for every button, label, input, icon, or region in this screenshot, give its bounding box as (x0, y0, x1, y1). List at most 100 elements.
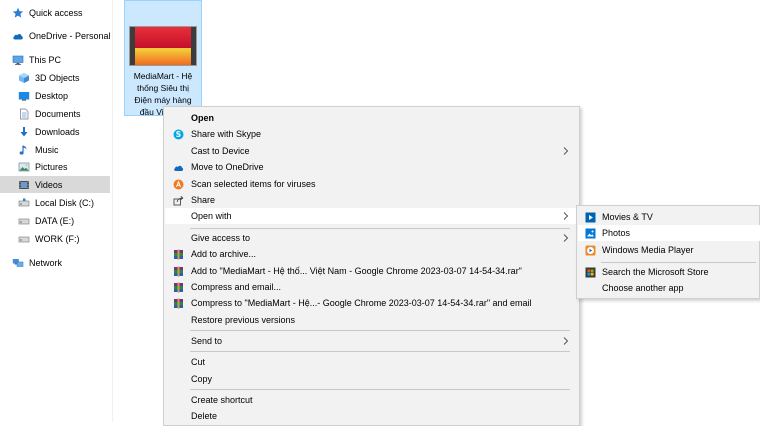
nav-item-data-e[interactable]: DATA (E:) (0, 212, 110, 229)
nav-item-label: Quick access (29, 7, 83, 18)
menu-item-label: Copy (191, 374, 213, 384)
document-icon (18, 108, 30, 120)
menu-item-compress-and-email[interactable]: Compress and email... (165, 279, 578, 295)
cube-icon (18, 72, 30, 84)
menu-separator (190, 351, 570, 352)
menu-item-label: Cut (191, 357, 206, 367)
nav-item-onedrive[interactable]: OneDrive - Personal (0, 27, 111, 44)
menu-item-restore-previous-versions[interactable]: Restore previous versions (165, 312, 578, 328)
context-menu: Open S Share with Skype Cast to Device M… (163, 106, 580, 426)
drive-icon (18, 233, 30, 245)
share-icon (173, 195, 184, 206)
computer-icon (12, 54, 24, 66)
nav-item-label: WORK (F:) (35, 233, 80, 244)
menu-item-scan-viruses[interactable]: Scan selected items for viruses (165, 176, 578, 192)
star-icon (12, 7, 24, 19)
chevron-right-icon (563, 337, 569, 345)
menu-item-copy[interactable]: Copy (165, 371, 578, 387)
menu-item-label: Share with Skype (191, 129, 262, 139)
menu-item-share[interactable]: Share (165, 192, 578, 208)
menu-separator (190, 228, 570, 229)
nav-item-label: OneDrive - Personal (29, 30, 111, 41)
nav-item-videos[interactable]: Videos (0, 176, 110, 193)
antivirus-icon (173, 179, 184, 190)
file-item-selected[interactable]: MediaMart - Hệ thống Siêu thị Điện máy h… (124, 0, 202, 116)
desktop-icon (18, 90, 30, 102)
pictures-icon (18, 161, 30, 173)
nav-item-quick-access[interactable]: Quick access (0, 4, 110, 21)
submenu-item-movies-tv[interactable]: Movies & TV (578, 209, 760, 225)
nav-item-desktop[interactable]: Desktop (0, 87, 110, 104)
onedrive-icon (173, 162, 184, 173)
nav-item-label: Documents (35, 108, 81, 119)
nav-item-label: Local Disk (C:) (35, 197, 95, 208)
menu-item-cast-to-device[interactable]: Cast to Device (165, 143, 578, 159)
menu-item-compress-to-rar-and-email[interactable]: Compress to "MediaMart - Hệ...- Google C… (165, 295, 578, 311)
nav-item-label: Desktop (35, 90, 69, 101)
menu-item-add-to-archive[interactable]: Add to archive... (165, 246, 578, 262)
submenu-item-label: Windows Media Player (602, 245, 694, 255)
drive-icon (18, 197, 30, 209)
submenu-item-choose-another-app[interactable]: Choose another app (578, 280, 760, 296)
menu-item-label: Scan selected items for viruses (191, 179, 316, 189)
menu-item-send-to[interactable]: Send to (165, 333, 578, 349)
nav-item-label: Videos (35, 179, 63, 190)
menu-item-label: Add to archive... (191, 249, 257, 259)
nav-item-local-disk-c[interactable]: Local Disk (C:) (0, 194, 110, 211)
menu-item-label: Add to "MediaMart - Hệ thố... Việt Nam -… (191, 266, 522, 276)
menu-item-give-access-to[interactable]: Give access to (165, 230, 578, 246)
menu-item-label: Open with (191, 211, 232, 221)
movies-tv-icon (585, 212, 596, 223)
menu-separator (190, 389, 570, 390)
svg-text:S: S (176, 130, 181, 139)
menu-item-label: Open (191, 113, 215, 123)
menu-item-label: Cast to Device (191, 146, 250, 156)
media-player-icon (585, 245, 596, 256)
navigation-pane: Quick access OneDrive - Personal This PC… (0, 0, 113, 422)
videos-icon (18, 179, 30, 191)
nav-item-label: DATA (E:) (35, 215, 75, 226)
nav-item-network[interactable]: Network (0, 254, 110, 271)
chevron-right-icon (563, 212, 569, 220)
menu-item-label: Delete (191, 411, 218, 421)
nav-item-downloads[interactable]: Downloads (0, 123, 110, 140)
chevron-right-icon (563, 147, 569, 155)
nav-item-music[interactable]: Music (0, 141, 110, 158)
store-icon (585, 267, 596, 278)
nav-item-3d-objects[interactable]: 3D Objects (0, 69, 110, 86)
menu-item-label: Compress to "MediaMart - Hệ...- Google C… (191, 298, 532, 308)
open-with-submenu: Movies & TV Photos Windows Media Player … (576, 205, 760, 299)
menu-item-open-with[interactable]: Open with (165, 208, 578, 224)
menu-item-create-shortcut[interactable]: Create shortcut (165, 392, 578, 408)
film-strip-right (191, 27, 196, 65)
submenu-item-label: Movies & TV (602, 212, 653, 222)
submenu-item-search-microsoft-store[interactable]: Search the Microsoft Store (578, 264, 760, 280)
submenu-item-label: Photos (602, 228, 631, 238)
photos-icon (585, 228, 596, 239)
download-icon (18, 126, 30, 138)
menu-item-open[interactable]: Open (165, 110, 578, 126)
menu-item-cut[interactable]: Cut (165, 354, 578, 370)
menu-item-label: Share (191, 195, 216, 205)
submenu-item-windows-media-player[interactable]: Windows Media Player (578, 242, 760, 258)
nav-item-label: Network (29, 257, 63, 268)
menu-item-label: Move to OneDrive (191, 162, 264, 172)
chevron-right-icon (563, 234, 569, 242)
winrar-icon (173, 282, 184, 293)
winrar-icon (173, 266, 184, 277)
nav-item-documents[interactable]: Documents (0, 105, 110, 122)
nav-item-pictures[interactable]: Pictures (0, 158, 110, 175)
nav-item-this-pc[interactable]: This PC (0, 51, 110, 68)
submenu-separator (601, 262, 756, 263)
menu-item-label: Create shortcut (191, 395, 253, 405)
menu-item-move-to-onedrive[interactable]: Move to OneDrive (165, 159, 578, 175)
menu-separator (190, 330, 570, 331)
submenu-item-photos[interactable]: Photos (578, 225, 760, 241)
skype-icon: S (173, 129, 184, 140)
video-thumbnail (129, 26, 197, 66)
menu-item-share-with-skype[interactable]: S Share with Skype (165, 126, 578, 142)
nav-item-work-f[interactable]: WORK (F:) (0, 230, 110, 247)
music-icon (18, 144, 30, 156)
menu-item-label: Restore previous versions (191, 315, 296, 325)
menu-item-add-to-rar[interactable]: Add to "MediaMart - Hệ thố... Việt Nam -… (165, 263, 578, 279)
